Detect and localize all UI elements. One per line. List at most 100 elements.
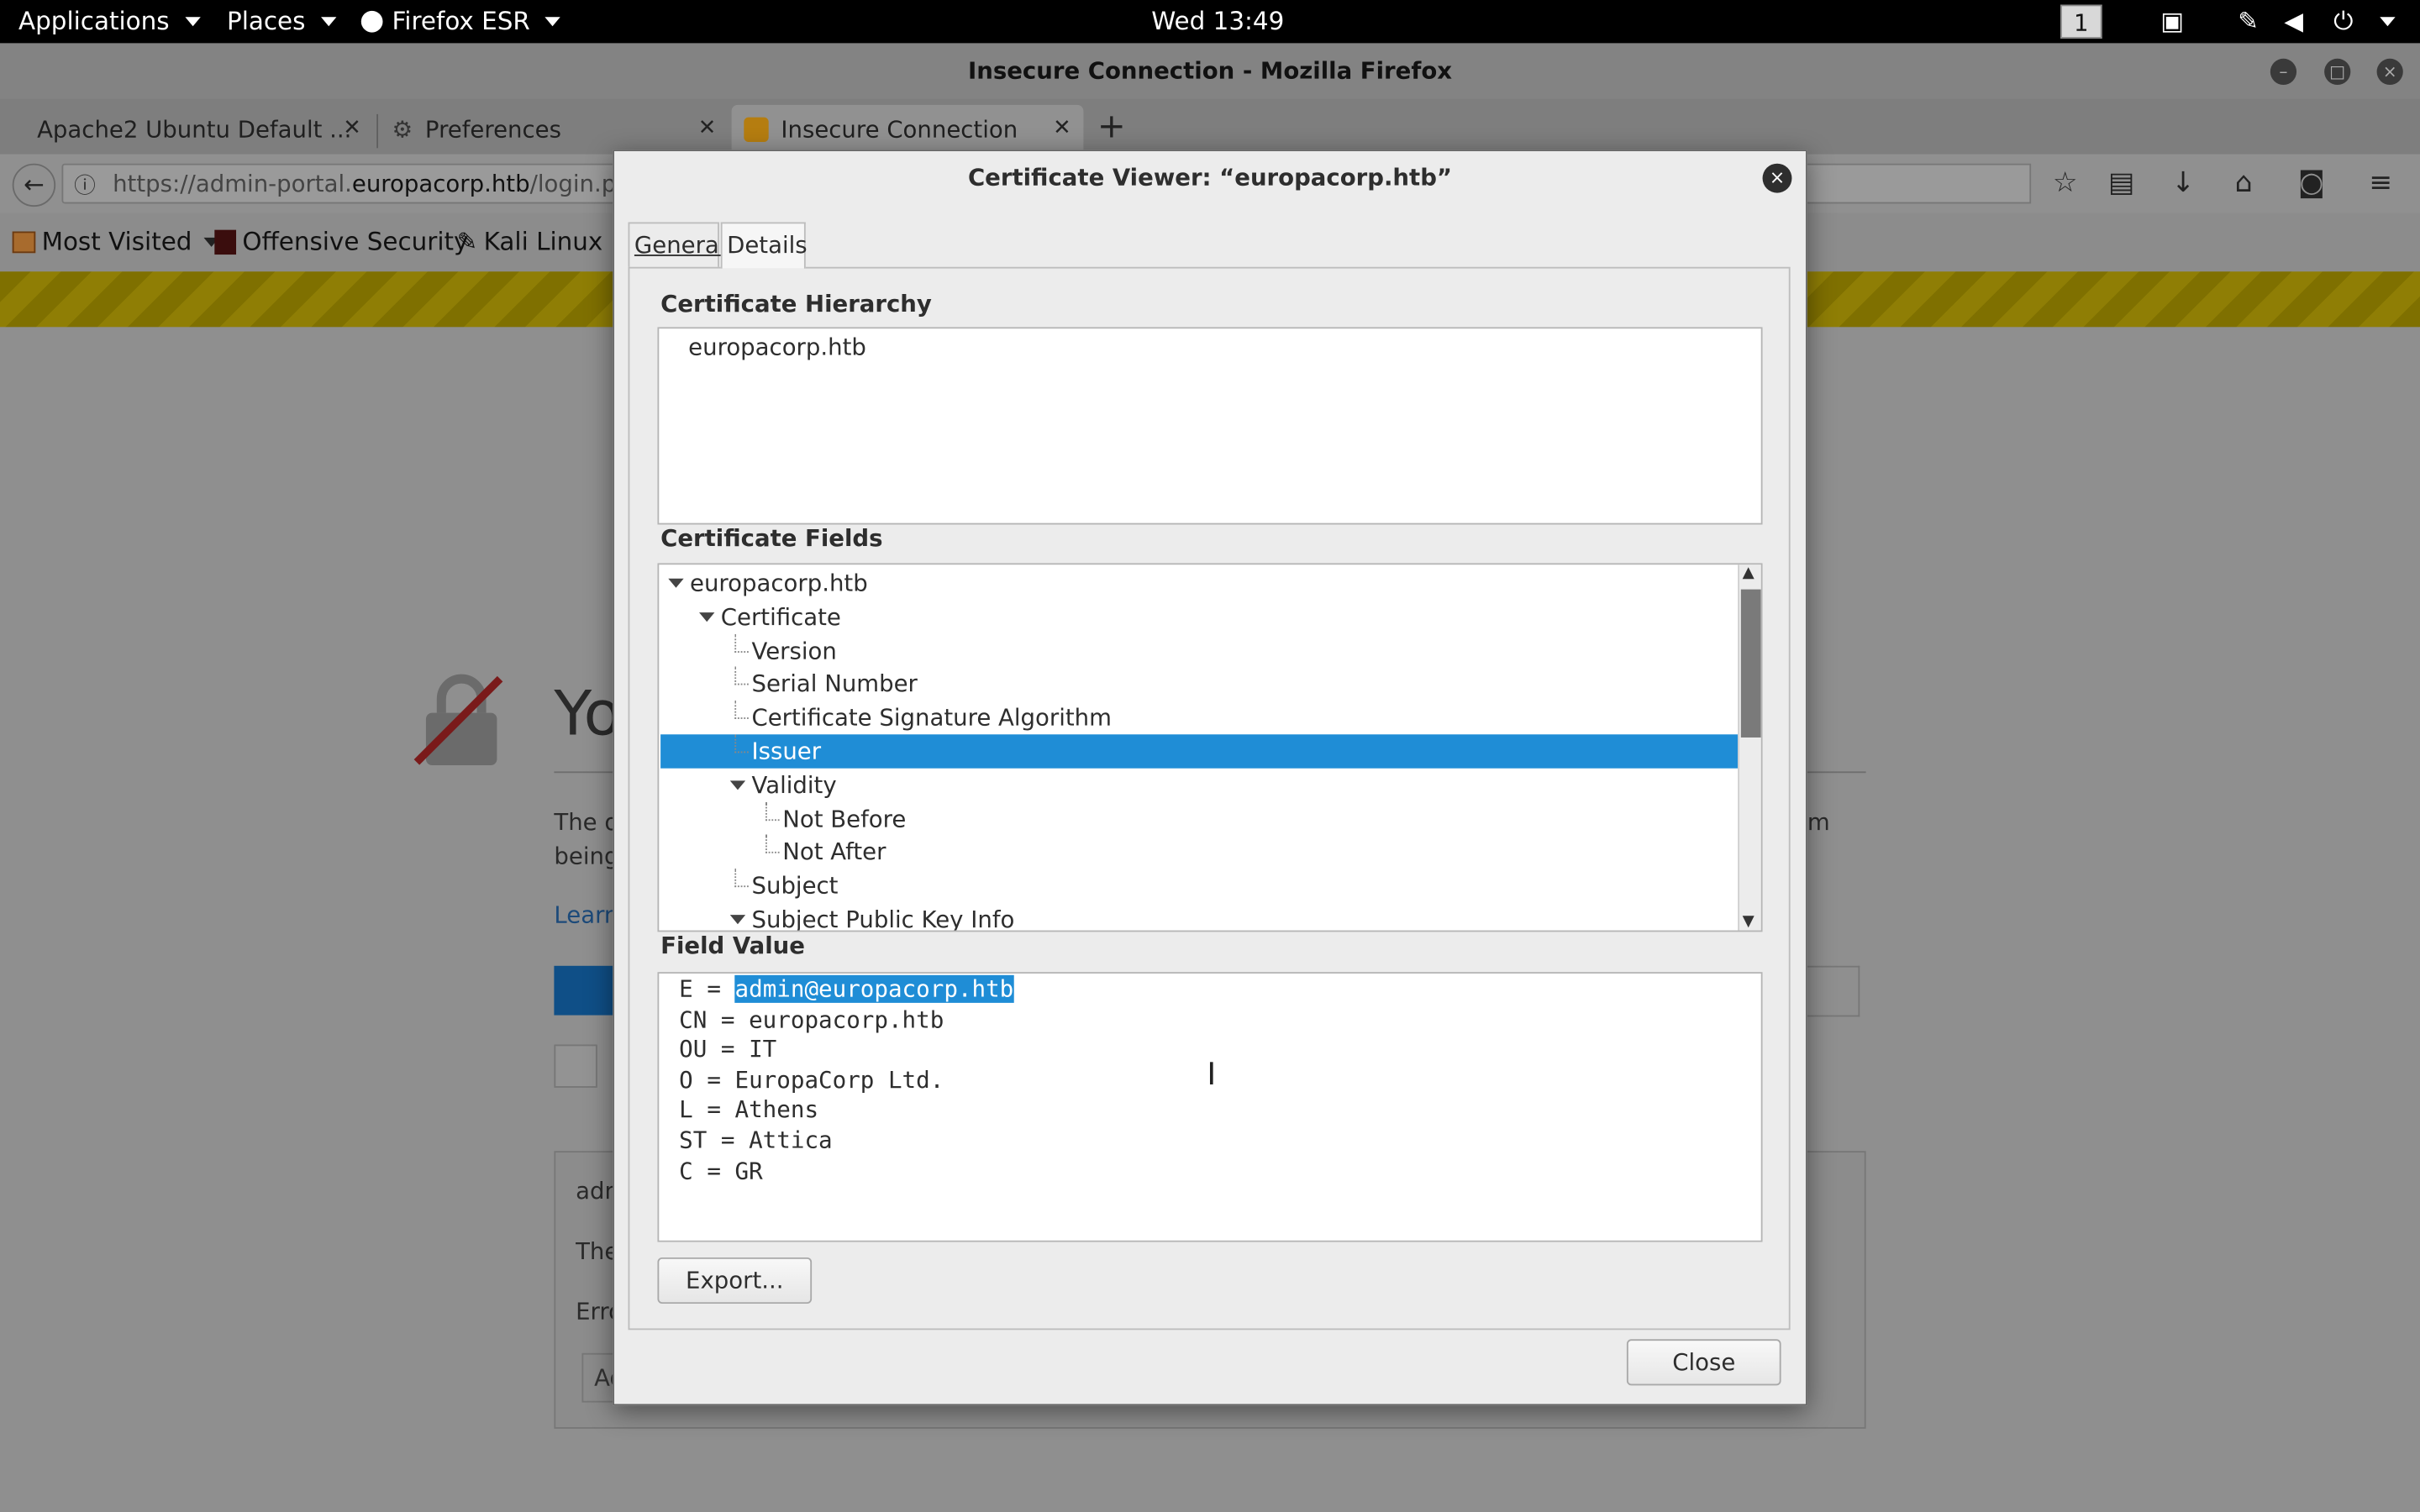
- field-tree-label: Subject: [751, 872, 839, 900]
- value-line: CN = europacorp.htb: [679, 1005, 944, 1033]
- kali-icon: ✎: [456, 227, 478, 256]
- home-icon[interactable]: ⌂: [2235, 166, 2253, 199]
- scroll-down-icon[interactable]: ▼: [1743, 913, 1754, 930]
- field-value-text[interactable]: E = admin@europacorp.htb CN = europacorp…: [657, 972, 1763, 1242]
- star-icon[interactable]: ☆: [2053, 166, 2078, 199]
- advanced-button-edge[interactable]: [1807, 965, 1860, 1017]
- gear-icon: ⚙: [392, 115, 413, 144]
- tab-preferences[interactable]: ⚙ Preferences ✕: [380, 105, 729, 155]
- field-tree-row[interactable]: Validity: [660, 768, 1738, 801]
- close-tab-icon[interactable]: ✕: [698, 116, 717, 140]
- close-tab-icon[interactable]: ✕: [343, 116, 361, 140]
- tab-details[interactable]: Details: [720, 222, 808, 269]
- selected-email-text: admin@europacorp.htb: [734, 974, 1014, 1003]
- search-bar[interactable]: [1802, 163, 2032, 204]
- minimize-button[interactable]: –: [2270, 58, 2297, 86]
- close-window-button[interactable]: ×: [2376, 58, 2403, 86]
- field-tree-row[interactable]: Not Before: [660, 801, 1738, 835]
- tab-insecure-connection[interactable]: Insecure Connection ✕: [731, 104, 1084, 155]
- volume-icon[interactable]: ◀: [2284, 6, 2303, 35]
- close-button[interactable]: Close: [1626, 1339, 1781, 1386]
- tab-separator: [376, 113, 378, 149]
- tree-guide: [765, 801, 780, 821]
- clock[interactable]: Wed 13:49: [1151, 6, 1284, 35]
- tree-guide: [734, 869, 749, 888]
- places-menu[interactable]: Places: [227, 6, 337, 35]
- bookmark-offensive-security[interactable]: Offensive Security: [214, 227, 468, 256]
- tab-label: Apache2 Ubuntu Default ...: [37, 115, 352, 144]
- chevron-down-icon: [184, 16, 201, 26]
- reading-list-icon[interactable]: ▤: [2108, 166, 2134, 199]
- expand-triangle-icon[interactable]: [668, 578, 684, 588]
- field-tree-row[interactable]: Certificate: [660, 600, 1738, 633]
- fields-scrollbar[interactable]: ▲ ▼: [1738, 564, 1761, 931]
- tab-general[interactable]: General: [628, 222, 725, 269]
- url-text: https://admin-portal.europacorp.htb/logi…: [113, 170, 646, 198]
- field-tree-row[interactable]: Subject: [660, 869, 1738, 902]
- expand-triangle-icon[interactable]: [729, 915, 746, 925]
- field-tree-row[interactable]: Certificate Signature Algorithm: [660, 701, 1738, 734]
- applications-label: Applications: [18, 6, 170, 36]
- dialog-title: Certificate Viewer: “europacorp.htb”: [967, 163, 1453, 192]
- value-line: ST = Attica: [679, 1126, 833, 1154]
- clock-label: Wed 13:49: [1151, 6, 1285, 36]
- field-tree-label: Serial Number: [751, 669, 918, 698]
- back-icon[interactable]: ←: [12, 163, 56, 207]
- close-tab-icon[interactable]: ✕: [1053, 116, 1071, 140]
- field-tree-row[interactable]: Serial Number: [660, 667, 1738, 701]
- field-tree-row[interactable]: Issuer: [660, 734, 1739, 769]
- field-tree-label: Not Before: [782, 805, 907, 833]
- hierarchy-label: Certificate Hierarchy: [660, 290, 932, 318]
- bookmark-kali-linux[interactable]: ✎ Kali Linux: [457, 227, 603, 256]
- tree-guide: [734, 734, 749, 753]
- new-tab-icon[interactable]: +: [1097, 108, 1126, 147]
- field-tree-row[interactable]: Not After: [660, 835, 1738, 869]
- value-line: C = GR: [679, 1156, 763, 1184]
- download-icon[interactable]: ↓: [2171, 166, 2195, 199]
- field-tree-label: europacorp.htb: [690, 569, 868, 597]
- hierarchy-list[interactable]: europacorp.htb: [657, 327, 1763, 525]
- error-text-line1: The o: [554, 808, 619, 837]
- field-tree-label: Certificate Signature Algorithm: [751, 703, 1112, 732]
- pen-icon[interactable]: ✎: [2238, 6, 2259, 35]
- field-tree-label: Validity: [751, 770, 837, 800]
- error-title: Yo: [554, 679, 622, 750]
- hierarchy-item[interactable]: europacorp.htb: [688, 330, 1753, 364]
- chevron-down-icon[interactable]: [2380, 17, 2396, 27]
- field-tree-row[interactable]: Subject Public Key Info: [660, 902, 1738, 932]
- tree-guide: [765, 835, 780, 854]
- learn-more-link[interactable]: Learn: [554, 901, 618, 929]
- screen: Applications Places Firefox ESR Wed 13:4…: [0, 0, 2420, 1512]
- value-line-email: E = admin@europacorp.htb: [679, 974, 1014, 1003]
- certificate-viewer-dialog: Certificate Viewer: “europacorp.htb” × G…: [613, 150, 1807, 1406]
- export-button[interactable]: Export...: [657, 1257, 813, 1305]
- info-icon[interactable]: ⓘ: [74, 170, 96, 201]
- certificate-fields-tree[interactable]: europacorp.htb Certificate Version Serial N…: [657, 563, 1763, 932]
- add-exception-button[interactable]: Ad: [581, 1352, 616, 1403]
- maximize-button[interactable]: □: [2324, 58, 2351, 86]
- text-cursor-icon: I: [1207, 1055, 1217, 1093]
- pocket-icon[interactable]: ◙: [2298, 166, 2325, 199]
- report-checkbox[interactable]: [554, 1044, 597, 1088]
- workspace-indicator[interactable]: 1: [2060, 4, 2102, 39]
- offsec-icon: [214, 228, 237, 255]
- menu-icon[interactable]: ≡: [2369, 166, 2392, 199]
- power-icon[interactable]: ⏻: [2333, 6, 2353, 37]
- bookmark-most-visited[interactable]: Most Visited: [12, 227, 220, 256]
- applications-menu[interactable]: Applications: [18, 6, 201, 36]
- camera-icon[interactable]: ▣: [2160, 6, 2184, 35]
- scroll-up-icon[interactable]: ▲: [1743, 564, 1754, 581]
- expand-triangle-icon[interactable]: [729, 780, 746, 790]
- expand-triangle-icon[interactable]: [699, 612, 715, 622]
- firefox-app-menu[interactable]: Firefox ESR: [360, 6, 561, 35]
- tab-apache[interactable]: Apache2 Ubuntu Default ... ✕: [24, 105, 373, 155]
- field-tree-row[interactable]: Version: [660, 633, 1738, 667]
- close-dialog-icon[interactable]: ×: [1762, 163, 1792, 193]
- field-tree-label: Subject Public Key Info: [751, 906, 1015, 932]
- value-line: L = Athens: [679, 1095, 819, 1124]
- url-bar[interactable]: ⓘ https://admin-portal.europacorp.htb/lo…: [61, 163, 645, 204]
- scrollbar-thumb[interactable]: [1740, 589, 1761, 738]
- window-titlebar: Insecure Connection - Mozilla Firefox – …: [0, 43, 2420, 99]
- field-tree-row[interactable]: europacorp.htb: [660, 566, 1738, 600]
- tree-guide: [734, 633, 749, 653]
